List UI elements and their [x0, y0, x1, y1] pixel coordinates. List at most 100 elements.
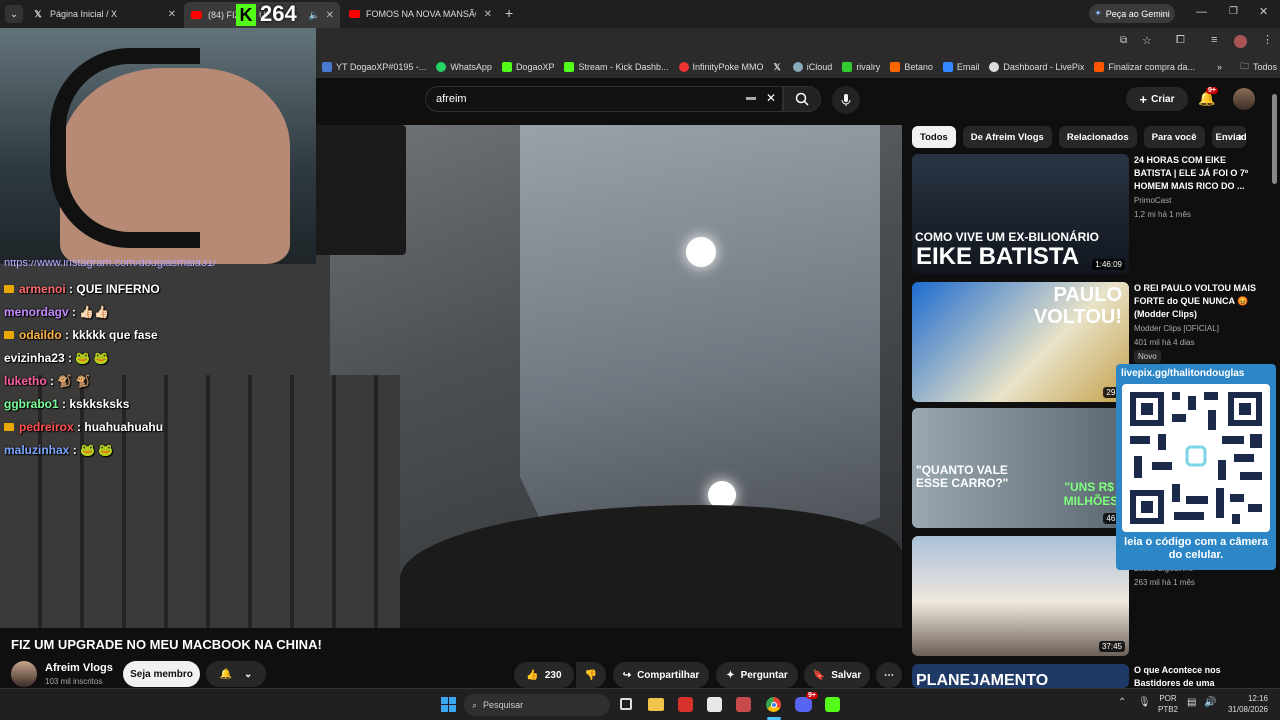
bookmark-x[interactable]: 𝕏 — [774, 62, 783, 73]
bookmarks-more[interactable]: » — [1217, 62, 1222, 72]
bookmark-icloud[interactable]: iCloud — [792, 62, 832, 72]
gemini-button[interactable]: ✦ Peça ao Gemini — [1089, 4, 1175, 23]
chat-sep: : — [46, 373, 58, 388]
close-icon[interactable]: ✕ — [326, 10, 334, 21]
bookmark-email[interactable]: Email — [942, 62, 979, 72]
ask-button[interactable]: ✦ Perguntar — [716, 662, 798, 688]
menu-icon[interactable]: ⋮ — [1262, 33, 1273, 46]
rec-channel[interactable]: PrimoCast — [1134, 196, 1171, 205]
more-label: » — [1216, 62, 1222, 72]
x-logo-icon: 𝕏 — [773, 61, 781, 72]
maximize-button[interactable]: ❐ — [1229, 6, 1238, 17]
bookmark-betano[interactable]: Betano — [890, 62, 933, 72]
speaker-icon[interactable]: 🔈 — [309, 10, 320, 21]
cast-icon[interactable]: ⧉ — [1120, 35, 1127, 46]
fan-device — [306, 125, 406, 255]
voice-search-button[interactable] — [832, 86, 860, 114]
dislike-button[interactable]: 👎 — [576, 662, 606, 688]
like-button[interactable]: 👍 230 — [514, 662, 574, 688]
chip-channel[interactable]: De Afreim Vlogs — [962, 126, 1052, 148]
chip-for-you[interactable]: Para você — [1143, 126, 1205, 148]
chat-user: luketho — [4, 373, 47, 388]
rec-thumbnail[interactable]: 37:45 — [912, 536, 1129, 656]
subscriber-count: 103 mil inscritos — [45, 677, 103, 686]
chevron-right-icon[interactable]: › — [1238, 128, 1243, 144]
search-input[interactable]: afreim ▬ ✕ — [425, 86, 783, 112]
task-view-icon[interactable] — [620, 698, 632, 710]
star-icon[interactable]: ☆ — [1142, 34, 1152, 47]
language-code: POR — [1159, 694, 1177, 703]
bookmark-yt[interactable]: YT DogaoXP#0195 -... — [322, 62, 426, 72]
instagram-link: https://www.instagram.com/douglasmaia31/ — [4, 260, 217, 269]
cloud-icon — [792, 62, 803, 72]
language-indicator[interactable]: POR PTB2 — [1158, 693, 1178, 715]
taskbar-search[interactable]: ⌕ Pesquisar — [464, 694, 610, 716]
notifications-button[interactable]: 🔔 9+ — [1198, 87, 1218, 107]
rivalry-icon — [842, 62, 853, 72]
close-icon[interactable]: ✕ — [168, 9, 176, 20]
network-icon[interactable]: ▤ — [1187, 697, 1196, 708]
app-icon-snip[interactable] — [707, 697, 722, 712]
app-icon-red[interactable] — [678, 697, 693, 712]
rec-title[interactable]: O REI PAULO VOLTOU MAIS FORTE do QUE NUN… — [1134, 282, 1264, 321]
discord-icon[interactable] — [795, 697, 812, 712]
keyboard-icon[interactable]: ▬ — [746, 92, 756, 103]
rec-thumbnail[interactable]: PLANEJAMENTO — [912, 664, 1129, 688]
share-icon: ↪ — [622, 669, 632, 681]
media-icon[interactable]: ≡ — [1211, 34, 1217, 46]
extensions-icon[interactable]: ⧠ — [1176, 34, 1185, 47]
tab-search-button[interactable]: ⌄ — [5, 5, 23, 23]
tray-mic-icon[interactable]: 🎙 — [1138, 697, 1151, 708]
rec-thumbnail[interactable]: "QUANTO VALE ESSE CARRO?" "UNS R$ 4 MILH… — [912, 408, 1129, 528]
chat-user: menordagv — [4, 304, 69, 319]
app-icon-tool[interactable] — [736, 697, 751, 712]
channel-avatar[interactable] — [11, 661, 37, 687]
notification-badge: 9+ — [1206, 87, 1218, 94]
bookmark-whatsapp[interactable]: WhatsApp — [436, 62, 492, 72]
file-explorer-icon[interactable] — [648, 698, 664, 711]
rec-thumbnail[interactable]: COMO VIVE UM EX-BILIONÁRIO EIKE BATISTA … — [912, 154, 1129, 274]
minimize-button[interactable]: — — [1196, 6, 1207, 18]
create-button[interactable]: + Criar — [1126, 87, 1188, 111]
volume-icon[interactable]: 🔊 — [1204, 697, 1216, 708]
rec-title[interactable]: O que Acontece nos Bastidores de uma — [1134, 664, 1234, 690]
bookmark-livepix[interactable]: Dashboard - LivePix — [989, 62, 1084, 72]
bookmark-infinitypoke[interactable]: InfinityPoke MMO — [678, 62, 764, 72]
tab-x-home[interactable]: 𝕏 Página Inicial / X ✕ — [26, 3, 182, 25]
join-button[interactable]: Seja membro — [123, 661, 200, 687]
bookmark-icon: 🔖 — [812, 669, 826, 681]
bookmark-checkout[interactable]: Finalizar compra da... — [1094, 62, 1195, 72]
search-button[interactable] — [783, 86, 821, 112]
tray-chevron-icon[interactable]: ⌃ — [1118, 697, 1126, 708]
all-favorites[interactable]: 🗀Todos os favoritos — [1240, 59, 1280, 75]
chip-related[interactable]: Relacionados — [1058, 126, 1137, 148]
bookmark-rivalry[interactable]: rivalry — [842, 62, 880, 72]
clock[interactable]: 12:16 31/08/2026 — [1226, 693, 1268, 715]
windows-start-icon[interactable] — [441, 697, 456, 712]
page-scrollbar[interactable] — [1272, 94, 1277, 184]
rec-meta: 1,2 mi há 1 mês — [1134, 210, 1191, 219]
account-avatar[interactable] — [1233, 88, 1255, 110]
bookmark-label: rivalry — [856, 62, 881, 72]
chrome-icon[interactable] — [765, 696, 782, 713]
new-tab-button[interactable]: + — [505, 5, 513, 21]
chat-user: odaildo — [19, 327, 62, 342]
tab-youtube-2[interactable]: FOMOS NA NOVA MANSÃO D ✕ — [342, 3, 498, 25]
subscribe-bell-button[interactable]: 🔔 ⌄ — [206, 661, 266, 687]
share-button[interactable]: ↪ Compartilhar — [613, 662, 709, 688]
kick-app-icon[interactable] — [825, 697, 840, 712]
bookmark-kick[interactable]: Stream - Kick Dashb... — [564, 62, 669, 72]
clear-search-icon[interactable]: ✕ — [766, 91, 776, 105]
more-actions-button[interactable]: ⋯ — [876, 662, 902, 688]
chip-all[interactable]: Todos — [912, 126, 956, 148]
channel-name[interactable]: Afreim Vlogs — [45, 662, 113, 674]
rec-title[interactable]: 24 HORAS COM EIKE BATISTA | ELE JÁ FOI O… — [1134, 154, 1264, 193]
rec-thumbnail[interactable]: PAULO VOLTOU! 29:4 — [912, 282, 1129, 402]
close-icon[interactable]: ✕ — [484, 9, 492, 20]
bookmark-dogaoxp[interactable]: DogaoXP — [501, 62, 554, 72]
close-window-button[interactable]: ✕ — [1259, 5, 1268, 18]
save-button[interactable]: 🔖 Salvar — [804, 662, 870, 688]
kick-icon — [564, 62, 575, 72]
rec-channel[interactable]: Modder Clips [OFICIAL] — [1134, 324, 1219, 333]
profile-avatar[interactable] — [1234, 35, 1247, 48]
